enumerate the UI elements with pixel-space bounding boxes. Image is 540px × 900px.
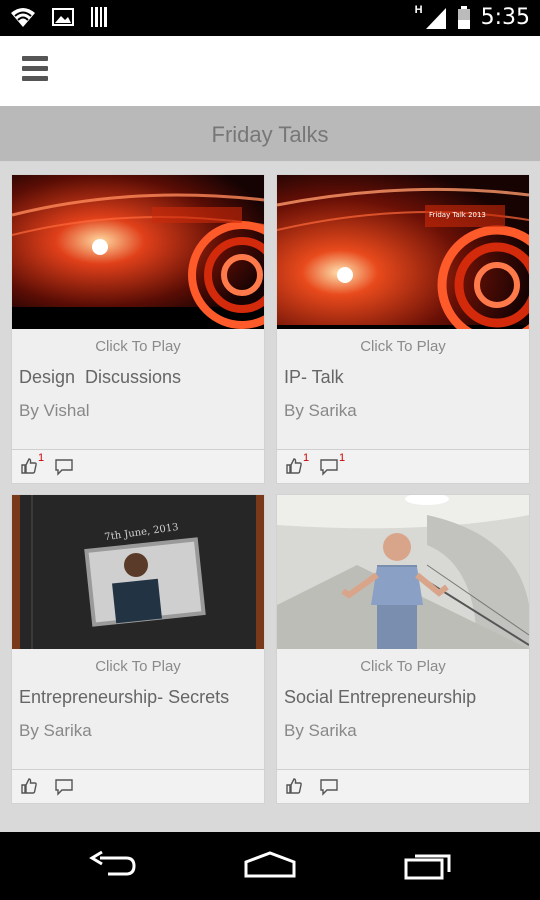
back-icon[interactable]: [88, 850, 138, 880]
video-author: By Sarika: [284, 401, 357, 420]
video-card[interactable]: 7th June, 2013 Click To Play Entrepreneu…: [11, 494, 265, 804]
video-thumbnail[interactable]: [12, 175, 264, 329]
video-card[interactable]: Click To Play Design Discussions By Vish…: [11, 174, 265, 484]
action-bar: [0, 36, 540, 106]
system-icons: H 5:35: [415, 3, 530, 33]
click-to-play-label[interactable]: Click To Play: [12, 338, 264, 355]
signal-icon: [425, 8, 446, 29]
video-title: IP- Talk: [284, 367, 344, 387]
card-actions: [277, 769, 529, 803]
image-icon: [52, 8, 74, 26]
navigation-bar: [0, 832, 540, 900]
video-card[interactable]: Friday Talk 2013 Click To Play IP- Talk …: [276, 174, 530, 484]
like-icon[interactable]: [20, 457, 38, 475]
card-actions: 1: [12, 449, 264, 483]
comment-icon[interactable]: [54, 778, 74, 796]
thumbnail-caption: Friday Talk 2013: [429, 211, 486, 219]
clock: 5:35: [480, 5, 530, 30]
video-thumbnail[interactable]: [277, 495, 529, 649]
video-author: By Sarika: [284, 721, 357, 740]
video-thumbnail[interactable]: Friday Talk 2013: [277, 175, 529, 329]
comment-icon[interactable]: [319, 458, 339, 476]
status-bar: H 5:35: [0, 0, 540, 36]
card-actions: [12, 769, 264, 803]
comment-icon[interactable]: [319, 778, 339, 796]
click-to-play-label[interactable]: Click To Play: [12, 658, 264, 675]
barcode-icon: [91, 7, 107, 27]
network-type: H: [414, 4, 423, 16]
like-icon[interactable]: [285, 777, 303, 795]
video-author: By Sarika: [19, 721, 92, 740]
hamburger-menu-icon[interactable]: [22, 56, 48, 84]
recent-apps-icon[interactable]: [403, 850, 453, 880]
page-title: Friday Talks: [211, 122, 329, 147]
like-icon[interactable]: [20, 777, 38, 795]
video-author: By Vishal: [19, 401, 90, 420]
battery-icon: [457, 6, 470, 29]
click-to-play-label[interactable]: Click To Play: [277, 658, 529, 675]
like-icon[interactable]: [285, 457, 303, 475]
video-title: Design Discussions: [19, 367, 182, 387]
notification-icons: [10, 5, 110, 29]
section-header: Friday Talks: [0, 106, 540, 162]
like-count: 1: [38, 452, 45, 464]
comment-icon[interactable]: [54, 458, 74, 476]
wifi-icon: [11, 8, 35, 27]
like-count: 1: [303, 452, 310, 464]
video-title: Social Entrepreneurship: [284, 687, 477, 707]
card-actions: 1 1: [277, 449, 529, 483]
video-card[interactable]: Click To Play Social Entrepreneurship By…: [276, 494, 530, 804]
click-to-play-label[interactable]: Click To Play: [277, 338, 529, 355]
home-icon[interactable]: [243, 850, 297, 880]
comment-count: 1: [339, 452, 346, 464]
video-title: Entrepreneurship- Secrets: [19, 687, 230, 707]
video-thumbnail[interactable]: 7th June, 2013: [12, 495, 264, 649]
